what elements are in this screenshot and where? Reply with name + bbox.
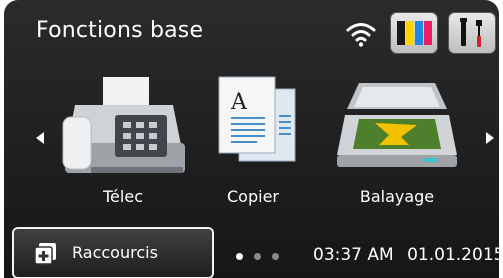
- fax-icon: [62, 77, 185, 173]
- svg-text:A: A: [230, 90, 248, 115]
- ink-button[interactable]: [390, 12, 438, 54]
- scan-icon: [337, 83, 457, 167]
- arrow-left-icon[interactable]: [36, 132, 44, 144]
- shortcuts-button[interactable]: Raccourcis: [14, 229, 212, 277]
- date-text: 01.01.2015: [407, 245, 503, 265]
- copy-button[interactable]: A Copier: [183, 75, 323, 210]
- ink-magenta: [424, 21, 432, 45]
- time-text: 03:37 AM: [313, 245, 394, 265]
- copy-label: Copier: [227, 187, 279, 206]
- screen-title: Fonctions base: [36, 18, 204, 43]
- page-dot: [236, 253, 243, 260]
- wifi-icon[interactable]: [345, 20, 377, 48]
- ink-yellow: [406, 21, 414, 45]
- ink-black: [397, 21, 405, 45]
- shortcuts-label: Raccourcis: [72, 243, 158, 262]
- fax-label: Télec: [103, 187, 143, 206]
- touchscreen: Fonctions base Télec A Copier Balayage R…: [0, 0, 503, 278]
- scan-button[interactable]: Balayage: [327, 75, 467, 210]
- settings-button[interactable]: [448, 12, 496, 54]
- fax-button[interactable]: Télec: [53, 75, 193, 210]
- scan-label: Balayage: [359, 187, 435, 206]
- page-dot: [272, 253, 279, 260]
- arrow-right-icon[interactable]: [486, 132, 494, 144]
- copy-icon: A: [218, 76, 296, 162]
- shortcut-add-icon: [34, 243, 56, 265]
- datetime-display: 03:37 AM 01.01.2015: [313, 245, 503, 265]
- tools-icon: [460, 18, 482, 47]
- ink-cyan: [415, 21, 423, 45]
- page-dot: [254, 253, 261, 260]
